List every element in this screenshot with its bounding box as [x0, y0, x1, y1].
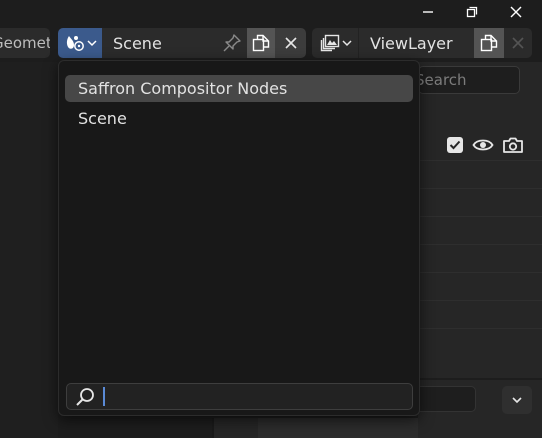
outliner-row	[418, 188, 542, 216]
chevron-down-icon	[341, 40, 352, 47]
scene-dropdown-menu: Saffron Compositor Nodes Scene	[58, 60, 420, 416]
scene-browse-button[interactable]	[58, 28, 102, 58]
scene-search-box[interactable]	[66, 383, 413, 410]
outliner-row	[418, 328, 542, 356]
outliner-search-placeholder: Search	[415, 71, 467, 89]
scene-option-scene[interactable]: Scene	[65, 105, 413, 132]
window-close-button[interactable]	[496, 0, 536, 24]
scene-option-saffron-compositor-nodes[interactable]: Saffron Compositor Nodes	[65, 75, 413, 102]
camera-icon[interactable]	[502, 136, 524, 154]
pin-icon	[223, 34, 241, 52]
workspace-tab-label: Geometry	[0, 34, 50, 52]
maximize-icon	[466, 6, 478, 18]
close-icon	[284, 37, 297, 49]
outliner-row	[418, 160, 542, 188]
outliner-row	[418, 272, 542, 300]
scene-name-value: Scene	[113, 33, 162, 53]
scene-search-input[interactable]	[105, 384, 412, 409]
magnifier-icon	[67, 383, 103, 410]
delete-scene-button[interactable]	[275, 28, 306, 58]
outliner-row	[418, 216, 542, 244]
minimize-icon	[423, 11, 433, 13]
checkbox-icon[interactable]	[446, 136, 464, 154]
minimize-button[interactable]	[408, 0, 448, 24]
outliner-search-field[interactable]: Search	[415, 66, 520, 94]
close-icon	[512, 37, 524, 49]
close-icon	[510, 6, 522, 18]
delete-view-layer-button[interactable]	[504, 28, 532, 58]
workspace-tab-geometry[interactable]: Geometry	[0, 28, 50, 58]
scene-icon	[66, 36, 84, 51]
editor-header-bottom	[258, 418, 418, 438]
outliner-restriction-toggles	[446, 134, 536, 156]
outliner-row	[418, 244, 542, 272]
chevron-down-icon	[86, 40, 97, 47]
render-layers-icon	[320, 34, 339, 52]
view-layer-browse-button[interactable]	[312, 28, 358, 58]
outliner-row	[418, 300, 542, 328]
eye-icon[interactable]	[472, 136, 494, 154]
view-layer-name-value: ViewLayer	[370, 33, 453, 53]
properties-dropdown-button[interactable]	[502, 386, 532, 414]
scene-option-label: Saffron Compositor Nodes	[78, 79, 288, 98]
view-layer-name-field[interactable]: ViewLayer	[358, 28, 474, 58]
left-editor-area	[0, 62, 58, 438]
new-view-layer-button[interactable]	[474, 28, 504, 58]
title-bar	[0, 0, 542, 24]
new-scene-button[interactable]	[247, 28, 275, 58]
duplicate-icon	[480, 34, 498, 52]
pin-scene-button[interactable]	[217, 28, 247, 58]
scene-name-field[interactable]: Scene	[102, 28, 247, 58]
duplicate-icon	[252, 34, 270, 52]
chevron-down-icon	[512, 397, 522, 404]
maximize-button[interactable]	[452, 0, 492, 24]
scene-option-label: Scene	[78, 109, 127, 128]
properties-field[interactable]	[418, 386, 476, 412]
